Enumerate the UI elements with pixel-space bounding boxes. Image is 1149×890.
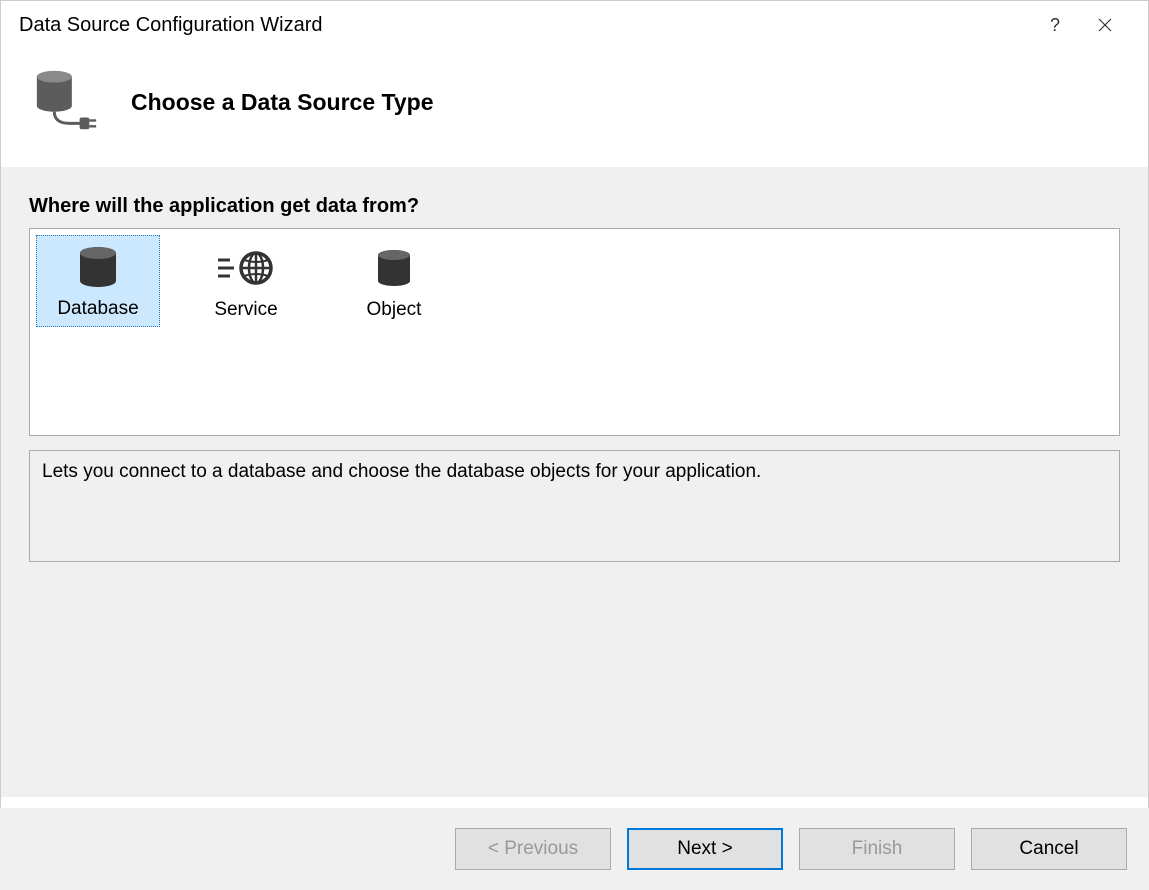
service-icon [216,245,276,291]
database-icon [73,244,123,290]
content-area: Where will the application get data from… [1,167,1148,797]
previous-button: < Previous [455,828,611,870]
option-label: Service [214,299,277,321]
option-service[interactable]: Service [184,235,308,327]
description-box: Lets you connect to a database and choos… [29,450,1120,562]
option-database[interactable]: Database [36,235,160,327]
help-button[interactable]: ? [1030,5,1080,45]
cancel-button[interactable]: Cancel [971,828,1127,870]
description-text: Lets you connect to a database and choos… [42,461,761,482]
window-title: Data Source Configuration Wizard [19,14,1030,37]
page-title: Choose a Data Source Type [131,89,434,116]
option-label: Database [57,298,138,320]
titlebar: Data Source Configuration Wizard ? [1,1,1148,49]
question-label: Where will the application get data from… [29,195,1120,218]
option-object[interactable]: Object [332,235,456,327]
close-icon [1098,18,1112,32]
object-icon [372,245,416,291]
close-button[interactable] [1080,5,1130,45]
next-button[interactable]: Next > [627,828,783,870]
data-source-options: Database Service [29,228,1120,436]
option-label: Object [367,299,422,321]
wizard-header: Choose a Data Source Type [1,49,1148,167]
help-icon: ? [1050,15,1060,36]
database-plug-icon [31,67,101,137]
wizard-footer: < Previous Next > Finish Cancel [0,808,1149,890]
finish-button: Finish [799,828,955,870]
